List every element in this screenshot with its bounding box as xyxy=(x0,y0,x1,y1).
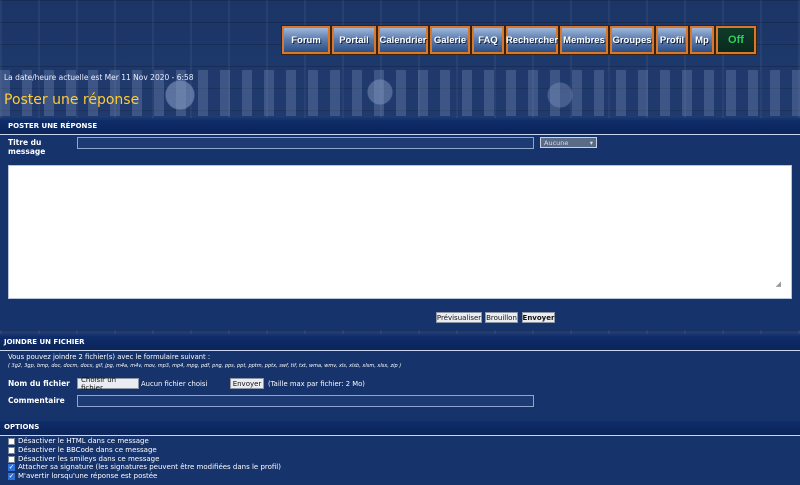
file-name-label: Nom du fichier xyxy=(8,379,70,388)
page-title: Poster une réponse xyxy=(4,92,140,108)
nav-mp[interactable]: Mp xyxy=(689,25,715,55)
option-label: M'avertir lorsqu'une réponse est postée xyxy=(18,472,158,480)
nav-off[interactable]: Off xyxy=(715,25,757,55)
nav-galerie[interactable]: Galerie xyxy=(429,25,471,55)
comment-label: Commentaire xyxy=(8,396,65,405)
icon-select[interactable]: Aucune ▾ xyxy=(540,137,597,148)
options-section-title: OPTIONS xyxy=(4,423,40,431)
option-disable-bbcode[interactable]: Désactiver le BBCode dans ce message xyxy=(8,446,157,454)
subject-input[interactable] xyxy=(77,137,534,149)
nav-forum[interactable]: Forum xyxy=(281,25,331,55)
allowed-extensions: ( 3g2, 3gp, bmp, doc, docm, docx, gif, j… xyxy=(8,363,402,369)
comment-input[interactable] xyxy=(77,395,534,407)
post-section-header: POSTER UNE RÉPONSE xyxy=(0,120,800,135)
options-section-header: OPTIONS xyxy=(0,421,800,436)
main-nav: Forum Portail Calendrier Galerie FAQ Rec… xyxy=(281,25,757,55)
nav-profil[interactable]: Profil xyxy=(655,25,689,55)
upload-button[interactable]: Envoyer xyxy=(230,378,264,389)
subject-label: Titre du message xyxy=(8,138,46,156)
option-label: Désactiver le HTML dans ce message xyxy=(18,437,149,445)
max-size-note: (Taille max par fichier: 2 Mo) xyxy=(268,380,365,388)
chevron-down-icon: ▾ xyxy=(589,139,593,147)
nav-groupes[interactable]: Groupes xyxy=(609,25,655,55)
draft-button[interactable]: Brouillon xyxy=(485,312,518,323)
option-label: Attacher sa signature (les signatures pe… xyxy=(18,463,281,471)
current-date: La date/heure actuelle est Mer 11 Nov 20… xyxy=(4,73,194,82)
message-textarea[interactable]: ◢ xyxy=(8,165,792,299)
resize-handle-icon[interactable]: ◢ xyxy=(776,280,781,288)
checkbox-notify-reply[interactable]: ✓ xyxy=(8,471,15,480)
post-section-title: POSTER UNE RÉPONSE xyxy=(8,122,98,130)
checkbox-attach-signature[interactable]: ✓ xyxy=(8,462,15,471)
attach-section-title: JOINDRE UN FICHIER xyxy=(4,338,85,346)
choose-file-button[interactable]: Choisir un fichier xyxy=(77,376,139,392)
check-icon: ✓ xyxy=(8,471,15,480)
option-attach-signature[interactable]: ✓ Attacher sa signature (les signatures … xyxy=(8,463,281,471)
check-icon: ✓ xyxy=(8,462,15,471)
option-disable-html[interactable]: Désactiver le HTML dans ce message xyxy=(8,437,149,445)
attach-intro: Vous pouvez joindre 2 fichier(s) avec le… xyxy=(8,353,211,361)
checkbox-disable-html[interactable] xyxy=(8,437,15,445)
checkbox-disable-bbcode[interactable] xyxy=(8,446,15,454)
checkbox-disable-smileys[interactable] xyxy=(8,455,15,463)
nav-portail[interactable]: Portail xyxy=(331,25,377,55)
option-label: Désactiver le BBCode dans ce message xyxy=(18,446,157,454)
nav-calendrier[interactable]: Calendrier xyxy=(377,25,429,55)
option-label: Désactiver les smileys dans ce message xyxy=(18,455,160,463)
preview-button[interactable]: Prévisualiser xyxy=(436,312,482,323)
option-disable-smileys[interactable]: Désactiver les smileys dans ce message xyxy=(8,455,159,463)
no-file-chosen: Aucun fichier choisi xyxy=(141,380,208,388)
icon-select-value: Aucune xyxy=(544,139,569,147)
nav-membres[interactable]: Membres xyxy=(559,25,609,55)
send-button[interactable]: Envoyer xyxy=(522,312,555,323)
nav-rechercher[interactable]: Rechercher xyxy=(505,25,559,55)
attach-section-header: JOINDRE UN FICHIER xyxy=(0,336,800,351)
option-notify-reply[interactable]: ✓ M'avertir lorsqu'une réponse est posté… xyxy=(8,472,157,480)
nav-faq[interactable]: FAQ xyxy=(471,25,505,55)
